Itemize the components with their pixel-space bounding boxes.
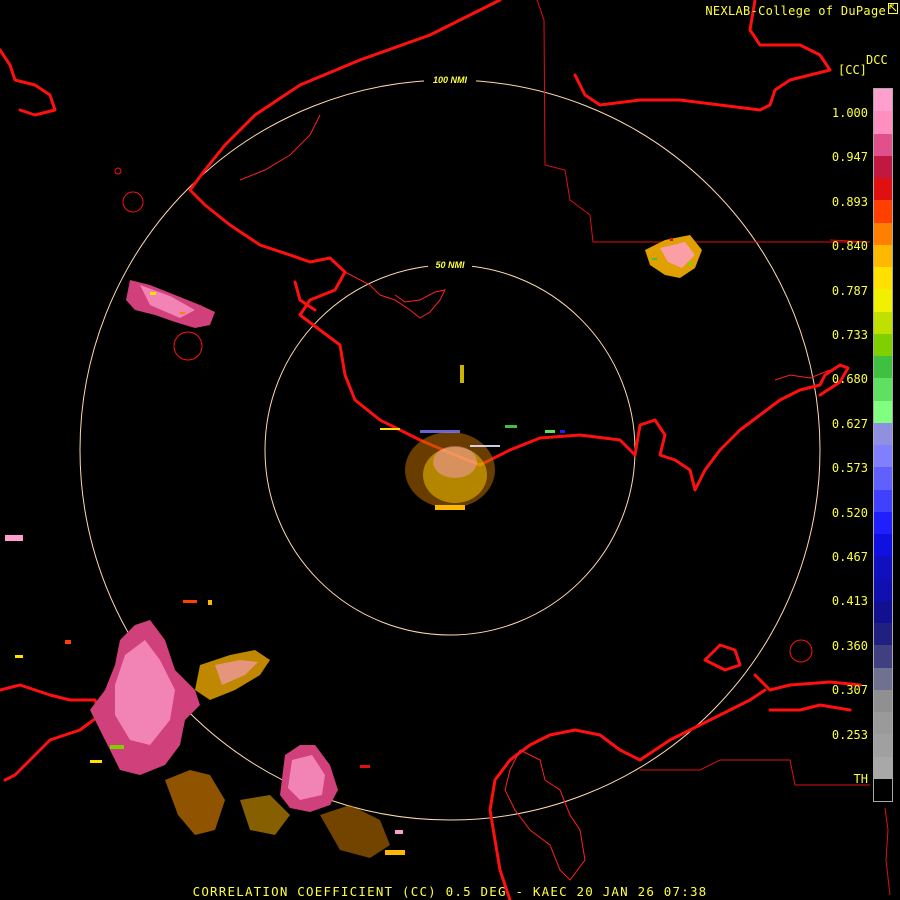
color-scale-swatch bbox=[874, 489, 892, 512]
color-scale-swatch bbox=[874, 623, 892, 646]
range-ring-label-50: 50 NMI bbox=[435, 260, 465, 270]
color-scale-label: 0.627 bbox=[831, 416, 868, 431]
radar-map: 50 NMI 100 NMI bbox=[0, 0, 891, 900]
color-scale-label: 0.467 bbox=[831, 550, 868, 564]
radar-echoes bbox=[5, 235, 702, 858]
legend-units: [CC] bbox=[838, 63, 867, 77]
color-scale-swatch bbox=[874, 645, 892, 668]
color-scale-swatch bbox=[874, 534, 892, 557]
color-scale-swatch bbox=[874, 778, 892, 801]
color-scale-swatch bbox=[874, 511, 892, 534]
color-scale-swatch bbox=[874, 289, 892, 312]
cursor-arrow-icon bbox=[888, 3, 898, 14]
color-scale-label: 0.840 bbox=[831, 239, 868, 254]
color-scale-swatch bbox=[874, 111, 892, 134]
color-scale-swatch bbox=[874, 200, 892, 223]
color-scale-label: 0.680 bbox=[831, 372, 868, 387]
color-scale-swatch bbox=[874, 578, 892, 601]
color-scale-label: 0.307 bbox=[831, 683, 868, 698]
color-scale-label: 0.573 bbox=[831, 461, 868, 476]
color-scale-swatch bbox=[874, 467, 892, 490]
color-scale-bar bbox=[873, 88, 893, 802]
echo-cluster-northeast bbox=[645, 235, 702, 278]
product-caption: CORRELATION COEFFICIENT (CC) 0.5 DEG - K… bbox=[192, 884, 708, 899]
color-scale-swatch bbox=[874, 333, 892, 356]
color-scale-swatch bbox=[874, 556, 892, 579]
color-scale-swatch bbox=[874, 89, 892, 112]
color-scale-swatch bbox=[874, 712, 892, 735]
color-scale-label: 0.893 bbox=[831, 194, 868, 209]
color-scale-label: TH bbox=[853, 772, 868, 786]
product-code: DCC bbox=[866, 53, 888, 67]
color-scale-label: 0.787 bbox=[831, 283, 868, 298]
radar-display: 50 NMI 100 NMI NEXLAB-College of DuPage … bbox=[0, 0, 900, 900]
color-scale-swatch bbox=[874, 356, 892, 379]
color-scale-swatch bbox=[874, 667, 892, 690]
color-scale-swatch bbox=[874, 756, 892, 779]
color-scale-label: 1.000 bbox=[831, 106, 868, 120]
color-scale-swatch bbox=[874, 244, 892, 267]
color-scale-swatch bbox=[874, 422, 892, 445]
color-scale-label: 0.253 bbox=[831, 727, 868, 742]
color-scale-label: 0.947 bbox=[831, 150, 868, 165]
range-ring-label-100: 100 NMI bbox=[433, 75, 468, 85]
color-scale-swatch bbox=[874, 689, 892, 712]
color-scale-swatch bbox=[874, 600, 892, 623]
color-scale-swatch bbox=[874, 378, 892, 401]
color-scale-swatch bbox=[874, 155, 892, 178]
color-scale-swatch bbox=[874, 178, 892, 201]
color-scale-swatch bbox=[874, 445, 892, 468]
color-scale-label: 0.413 bbox=[831, 594, 868, 609]
color-scale-swatch bbox=[874, 400, 892, 423]
echo-cluster-northwest bbox=[126, 280, 215, 328]
data-source-credit: NEXLAB-College of DuPage bbox=[705, 4, 886, 18]
echo-cluster-southwest bbox=[5, 535, 405, 858]
color-scale-swatch bbox=[874, 267, 892, 290]
color-scale-swatch bbox=[874, 222, 892, 245]
color-scale-swatch bbox=[874, 734, 892, 757]
political-borders bbox=[536, 0, 891, 896]
color-scale-label: 0.520 bbox=[831, 505, 868, 520]
color-scale-label: 0.360 bbox=[831, 638, 868, 653]
color-scale-swatch bbox=[874, 133, 892, 156]
color-scale-swatch bbox=[874, 311, 892, 334]
color-scale-label: 0.733 bbox=[831, 328, 868, 342]
